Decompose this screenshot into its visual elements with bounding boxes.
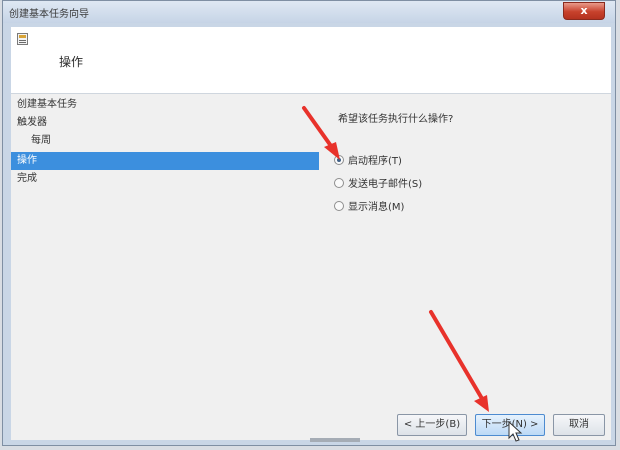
nav-item-trigger[interactable]: 触发器 [11,114,319,132]
option-label: 启动程序(T) [348,156,402,167]
option-label: 显示消息(M) [348,202,405,213]
option-send-email[interactable]: 发送电子邮件(S) [334,177,422,193]
nav-item-action[interactable]: 操作 [11,152,319,170]
back-button[interactable]: < 上一步(B) [397,414,467,436]
window-bottom-edge [310,438,360,442]
page-title: 操作 [59,55,84,69]
wizard-window: 创建基本任务向导 x 操作 创建基本任务 触发器 每周 操作 完成 希望该任务执… [2,0,616,446]
action-question: 希望该任务执行什么操作? [338,114,454,125]
nav-item-finish[interactable]: 完成 [11,170,319,188]
header-panel: 操作 [11,27,611,94]
radio-icon[interactable] [334,178,344,188]
close-button[interactable]: x [563,2,605,20]
option-label: 发送电子邮件(S) [348,179,423,190]
radio-selected-icon[interactable] [334,155,344,165]
body-panel: 创建基本任务 触发器 每周 操作 完成 希望该任务执行什么操作? 启动程序(T)… [11,94,611,440]
task-icon [17,33,28,45]
wizard-steps-nav: 创建基本任务 触发器 每周 操作 完成 [11,94,321,440]
option-show-message[interactable]: 显示消息(M) [334,200,404,216]
nav-item-weekly[interactable]: 每周 [11,132,319,150]
radio-icon[interactable] [334,201,344,211]
next-button[interactable]: 下一步(N) > [475,414,545,436]
title-bar[interactable]: 创建基本任务向导 x [3,1,615,23]
window-title: 创建基本任务向导 [9,9,89,20]
option-start-program[interactable]: 启动程序(T) [334,154,402,170]
cancel-button[interactable]: 取消 [553,414,605,436]
nav-item-create-basic-task[interactable]: 创建基本任务 [11,96,319,114]
